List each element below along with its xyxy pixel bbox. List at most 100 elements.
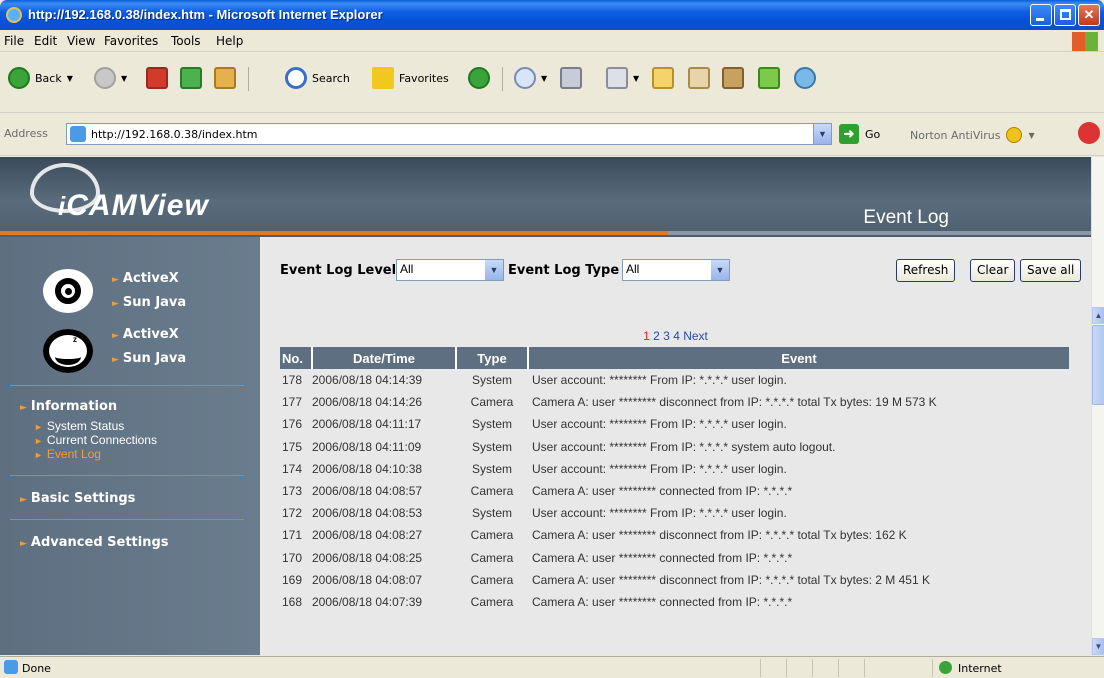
next-page-link[interactable]: Next <box>683 329 708 343</box>
page-done-icon <box>4 660 18 674</box>
header-banner: iCAMView Event Log <box>0 157 1091 237</box>
edit-icon <box>606 67 628 89</box>
sidebar-link-activex-playback[interactable]: ► ActiveX <box>112 327 179 342</box>
sidebar-divider <box>10 475 244 476</box>
page-content: iCAMView Event Log ► ActiveX ► Sun Java z … <box>0 157 1091 655</box>
close-button[interactable]: ✕ <box>1078 4 1100 26</box>
event-log-type-select[interactable]: All ▼ <box>622 259 730 281</box>
history-icon <box>468 67 490 89</box>
discuss-button[interactable] <box>652 64 674 92</box>
cell-event: User account: ******** From IP: *.*.*.* … <box>532 461 787 476</box>
address-dropdown-icon[interactable]: ▼ <box>813 124 831 144</box>
mail-button[interactable]: ▼ <box>514 64 547 92</box>
sidebar-link-sunjava-playback[interactable]: ► Sun Java <box>112 351 186 366</box>
norton-dropdown-icon: ▼ <box>1028 130 1035 140</box>
sidebar-divider <box>10 519 244 520</box>
cell-event: User account: ******** From IP: *.*.*.* … <box>532 439 836 454</box>
table-row: 177 2006/08/18 04:14:26 Camera Camera A: us… <box>280 391 1069 413</box>
plugin-icon <box>758 67 780 89</box>
browser-window: http://192.168.0.38/index.htm - Microsof… <box>0 0 1104 678</box>
vertical-scrollbar[interactable]: ▲ ▼ <box>1091 157 1104 655</box>
table-row: 175 2006/08/18 04:11:09 System User account… <box>280 436 1069 458</box>
cell-datetime: 2006/08/18 04:10:38 <box>312 461 423 476</box>
page-link[interactable]: 2 <box>653 329 660 343</box>
messenger-button[interactable] <box>722 64 744 92</box>
forward-button[interactable]: ▼ <box>94 64 127 92</box>
sidebar-item-event-log[interactable]: ► Event Log <box>34 447 101 461</box>
chevron-down-icon: ▼ <box>711 260 729 280</box>
sidebar: ► ActiveX ► Sun Java z ► ActiveX ► Sun Java … <box>0 237 260 655</box>
plugin-button[interactable] <box>758 64 780 92</box>
norton-antivirus-button[interactable]: Norton AntiVirus ▼ <box>910 127 1035 143</box>
cell-no: 174 <box>282 461 303 476</box>
refresh-icon <box>180 67 202 89</box>
search-button[interactable]: Search <box>285 64 350 92</box>
page-current: 1 <box>643 329 650 343</box>
pdf-icon[interactable] <box>1078 122 1100 144</box>
sidebar-section-information[interactable]: ► Information <box>20 399 117 414</box>
search-label: Search <box>312 71 350 85</box>
menu-help[interactable]: Help <box>216 34 243 48</box>
cell-no: 171 <box>282 528 303 543</box>
menu-favorites[interactable]: Favorites <box>104 34 158 48</box>
home-icon <box>214 67 236 89</box>
edit-button[interactable]: ▼ <box>606 64 639 92</box>
scrollbar-thumb[interactable] <box>1092 325 1104 405</box>
status-bar: Done Internet <box>0 656 1104 678</box>
forward-dropdown-icon: ▼ <box>121 73 128 83</box>
page-link[interactable]: 3 <box>663 329 670 343</box>
address-input[interactable]: http://192.168.0.38/index.htm ▼ <box>66 123 832 145</box>
go-button[interactable]: ➜ Go <box>839 123 880 145</box>
sidebar-item-system-status[interactable]: ► System Status <box>34 419 124 433</box>
cell-datetime: 2006/08/18 04:14:26 <box>312 395 423 410</box>
refresh-page-button[interactable] <box>180 64 202 92</box>
page-link[interactable]: 4 <box>673 329 680 343</box>
title-bar: http://192.168.0.38/index.htm - Microsof… <box>0 0 1104 30</box>
cell-no: 168 <box>282 594 303 609</box>
cell-type: Camera <box>470 572 514 587</box>
menu-edit[interactable]: Edit <box>34 34 57 48</box>
norton-icon <box>1006 127 1023 143</box>
scroll-up-icon[interactable]: ▲ <box>1092 307 1104 324</box>
column-header-event: Event <box>528 347 1069 369</box>
toolbar-separator <box>248 67 249 91</box>
maximize-button[interactable] <box>1054 4 1076 26</box>
back-button[interactable]: Back ▼ <box>8 64 73 92</box>
cell-no: 177 <box>282 395 303 410</box>
home-button[interactable] <box>214 64 236 92</box>
print-button[interactable] <box>560 64 582 92</box>
sidebar-item-current-connections[interactable]: ► Current Connections <box>34 433 157 447</box>
scroll-down-icon[interactable]: ▼ <box>1092 638 1104 655</box>
sidebar-section-basic-settings[interactable]: ► Basic Settings <box>20 491 135 506</box>
table-row: 176 2006/08/18 04:11:17 System User account… <box>280 413 1069 435</box>
security-zone: Internet <box>958 662 1002 675</box>
menu-tools[interactable]: Tools <box>171 34 201 48</box>
cell-event: Camera A: user ******** connected from I… <box>532 594 793 609</box>
cell-type: Camera <box>470 484 514 499</box>
sidebar-divider <box>10 385 244 386</box>
status-divider <box>760 659 761 677</box>
refresh-button[interactable]: Refresh <box>896 259 956 282</box>
contacts-icon <box>794 67 816 89</box>
research-button[interactable] <box>688 64 710 92</box>
clear-button[interactable]: Clear <box>970 259 1016 282</box>
history-button[interactable] <box>468 64 490 92</box>
sidebar-link-activex-live[interactable]: ► ActiveX <box>112 271 179 286</box>
menu-view[interactable]: View <box>67 34 95 48</box>
favorites-button[interactable]: Favorites <box>372 64 449 92</box>
address-bar: Address http://192.168.0.38/index.htm ▼ … <box>0 114 1104 156</box>
contacts-button[interactable] <box>794 64 816 92</box>
sidebar-section-advanced-settings[interactable]: ► Advanced Settings <box>20 535 169 550</box>
cell-no: 172 <box>282 506 303 521</box>
cell-no: 173 <box>282 484 303 499</box>
save-all-button[interactable]: Save all <box>1020 259 1082 282</box>
stop-button[interactable] <box>146 64 168 92</box>
table-row: 171 2006/08/18 04:08:27 Camera Camera A: us… <box>280 524 1069 546</box>
minimize-button[interactable] <box>1030 4 1052 26</box>
event-log-level-select[interactable]: All ▼ <box>396 259 504 281</box>
menu-file[interactable]: File <box>4 34 24 48</box>
sidebar-link-sunjava-live[interactable]: ► Sun Java <box>112 295 186 310</box>
search-icon <box>285 67 307 89</box>
table-row: 169 2006/08/18 04:08:07 Camera Camera A: us… <box>280 569 1069 591</box>
cell-type: Camera <box>470 528 514 543</box>
